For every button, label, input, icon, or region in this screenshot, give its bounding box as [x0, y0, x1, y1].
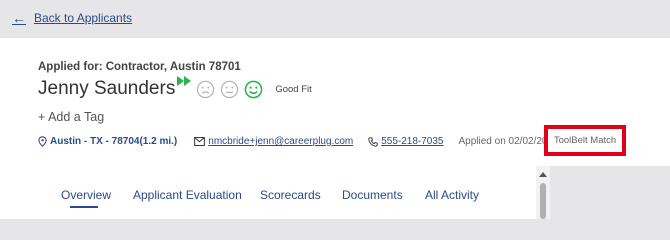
phone-link[interactable]: 555-218-7035 [368, 136, 444, 147]
tab-scorecards[interactable]: Scorecards [260, 188, 321, 202]
right-side-panel [550, 166, 670, 219]
neutral-face-icon[interactable] [220, 80, 239, 99]
applied-for-label: Applied for: Contractor, Austin 78701 [38, 61, 241, 73]
location-text: Austin - TX - 78704(1.2 mi.) [50, 136, 178, 147]
toolbelt-match-badge[interactable]: ToolBelt Match [544, 125, 626, 156]
location-item: Austin - TX - 78704(1.2 mi.) [38, 136, 177, 147]
tab-documents[interactable]: Documents [342, 188, 403, 202]
add-tag-button[interactable]: + Add a Tag [38, 110, 104, 124]
happy-face-icon[interactable] [244, 80, 263, 99]
email-link[interactable]: nmcbride+jenn@careerplug.com [194, 136, 353, 147]
sad-face-icon[interactable] [196, 80, 215, 99]
contact-info-row: Austin - TX - 78704(1.2 mi.) nmcbride+je… [38, 136, 566, 147]
map-pin-icon [38, 136, 47, 147]
fit-status-label: Good Fit [275, 83, 312, 95]
tab-overview[interactable]: Overview [61, 188, 111, 202]
back-link-label: Back to Applicants [34, 11, 133, 25]
arrow-left-icon: ← [12, 10, 26, 26]
phone-text: 555-218-7035 [381, 136, 444, 147]
applicant-tabs: Overview Applicant Evaluation Scorecards… [0, 166, 536, 219]
vertical-scrollbar[interactable] [536, 166, 550, 219]
name-row: Jenny Saunders Good Fit [38, 76, 312, 100]
applicant-header-card: Applied for: Contractor, Austin 78701 Je… [0, 38, 670, 166]
active-tab-indicator [70, 206, 98, 208]
back-to-applicants-link[interactable]: ← Back to Applicants [12, 11, 132, 25]
email-text: nmcbride+jenn@careerplug.com [208, 136, 354, 147]
toolbelt-match-label: ToolBelt Match [553, 135, 617, 146]
envelope-icon [194, 137, 206, 146]
scroll-up-arrow-icon[interactable] [539, 172, 547, 177]
fast-forward-icon [177, 76, 192, 86]
scroll-thumb[interactable] [540, 183, 546, 219]
applicant-name: Jenny Saunders [38, 78, 176, 99]
phone-icon [368, 136, 378, 147]
tab-all-activity[interactable]: All Activity [425, 188, 479, 202]
tab-applicant-evaluation[interactable]: Applicant Evaluation [133, 188, 242, 202]
top-bar: ← Back to Applicants [0, 0, 670, 38]
